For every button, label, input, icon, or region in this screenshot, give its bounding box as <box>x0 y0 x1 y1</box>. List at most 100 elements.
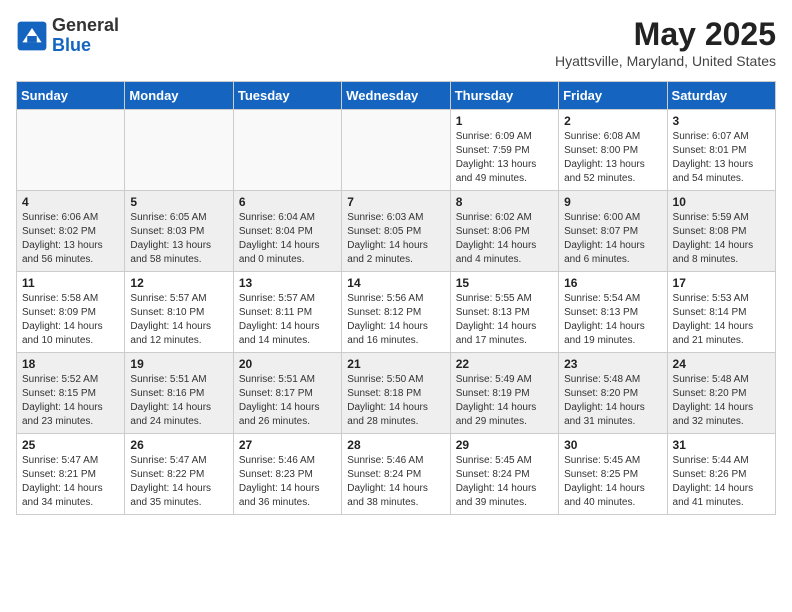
calendar-cell: 2Sunrise: 6:08 AM Sunset: 8:00 PM Daylig… <box>559 110 667 191</box>
day-info: Sunrise: 6:09 AM Sunset: 7:59 PM Dayligh… <box>456 130 553 186</box>
day-info: Sunrise: 6:03 AM Sunset: 8:05 PM Dayligh… <box>347 211 444 267</box>
day-number: 28 <box>347 438 444 452</box>
calendar-cell: 22Sunrise: 5:49 AM Sunset: 8:19 PM Dayli… <box>450 353 558 434</box>
day-info: Sunrise: 5:53 AM Sunset: 8:14 PM Dayligh… <box>673 292 770 348</box>
day-info: Sunrise: 6:02 AM Sunset: 8:06 PM Dayligh… <box>456 211 553 267</box>
col-header-tuesday: Tuesday <box>233 82 341 110</box>
day-number: 7 <box>347 195 444 209</box>
logo-blue-text: Blue <box>52 36 119 56</box>
day-number: 21 <box>347 357 444 371</box>
calendar-cell: 29 Sunrise: 5:45 AM Sunset: 8:24 PM Dayli… <box>450 434 558 515</box>
calendar-cell: 9 Sunrise: 6:00 AM Sunset: 8:07 PM Daylig… <box>559 191 667 272</box>
day-info: Sunrise: 5:48 AM Sunset: 8:20 PM Dayligh… <box>564 373 661 429</box>
day-number: 19 <box>130 357 227 371</box>
calendar-cell: 8 Sunrise: 6:02 AM Sunset: 8:06 PM Daylig… <box>450 191 558 272</box>
day-number: 27 <box>239 438 336 452</box>
calendar-cell: 10Sunrise: 5:59 AM Sunset: 8:08 PM Dayli… <box>667 191 775 272</box>
calendar-cell: 3 Sunrise: 6:07 AM Sunset: 8:01 PM Daylig… <box>667 110 775 191</box>
col-header-wednesday: Wednesday <box>342 82 450 110</box>
calendar-cell: 27 Sunrise: 5:46 AM Sunset: 8:23 PM Dayli… <box>233 434 341 515</box>
day-number: 18 <box>22 357 119 371</box>
day-number: 3 <box>673 114 770 128</box>
calendar-week-row: 18 Sunrise: 5:52 AM Sunset: 8:15 PM Dayli… <box>17 353 776 434</box>
day-info: Sunrise: 5:51 AM Sunset: 8:17 PM Dayligh… <box>239 373 336 429</box>
day-number: 29 <box>456 438 553 452</box>
day-info: Sunrise: 5:56 AM Sunset: 8:12 PM Dayligh… <box>347 292 444 348</box>
calendar-cell: 14 Sunrise: 5:56 AM Sunset: 8:12 PM Dayli… <box>342 272 450 353</box>
calendar-cell <box>17 110 125 191</box>
calendar-week-row: 25Sunrise: 5:47 AM Sunset: 8:21 PM Dayli… <box>17 434 776 515</box>
day-number: 24 <box>673 357 770 371</box>
calendar-cell: 25Sunrise: 5:47 AM Sunset: 8:21 PM Dayli… <box>17 434 125 515</box>
day-number: 4 <box>22 195 119 209</box>
calendar-cell <box>233 110 341 191</box>
calendar-cell: 18 Sunrise: 5:52 AM Sunset: 8:15 PM Dayli… <box>17 353 125 434</box>
calendar-cell <box>342 110 450 191</box>
col-header-monday: Monday <box>125 82 233 110</box>
day-info: Sunrise: 5:47 AM Sunset: 8:22 PM Dayligh… <box>130 454 227 510</box>
day-info: Sunrise: 6:08 AM Sunset: 8:00 PM Dayligh… <box>564 130 661 186</box>
logo-text: General Blue <box>52 16 119 56</box>
day-info: Sunrise: 5:46 AM Sunset: 8:23 PM Dayligh… <box>239 454 336 510</box>
title-block: May 2025 Hyattsville, Maryland, United S… <box>555 16 776 69</box>
calendar-cell: 13Sunrise: 5:57 AM Sunset: 8:11 PM Dayli… <box>233 272 341 353</box>
calendar-week-row: 4Sunrise: 6:06 AM Sunset: 8:02 PM Daylig… <box>17 191 776 272</box>
day-number: 30 <box>564 438 661 452</box>
calendar-cell: 26Sunrise: 5:47 AM Sunset: 8:22 PM Dayli… <box>125 434 233 515</box>
calendar-cell: 12Sunrise: 5:57 AM Sunset: 8:10 PM Dayli… <box>125 272 233 353</box>
day-number: 8 <box>456 195 553 209</box>
calendar-cell: 6 Sunrise: 6:04 AM Sunset: 8:04 PM Daylig… <box>233 191 341 272</box>
day-number: 25 <box>22 438 119 452</box>
col-header-friday: Friday <box>559 82 667 110</box>
calendar-cell: 30 Sunrise: 5:45 AM Sunset: 8:25 PM Dayli… <box>559 434 667 515</box>
calendar-cell: 11Sunrise: 5:58 AM Sunset: 8:09 PM Dayli… <box>17 272 125 353</box>
calendar-cell: 31Sunrise: 5:44 AM Sunset: 8:26 PM Dayli… <box>667 434 775 515</box>
col-header-thursday: Thursday <box>450 82 558 110</box>
day-number: 23 <box>564 357 661 371</box>
day-number: 14 <box>347 276 444 290</box>
day-number: 31 <box>673 438 770 452</box>
day-info: Sunrise: 5:54 AM Sunset: 8:13 PM Dayligh… <box>564 292 661 348</box>
logo-general-text: General <box>52 16 119 36</box>
col-header-saturday: Saturday <box>667 82 775 110</box>
month-year-title: May 2025 <box>555 16 776 53</box>
day-number: 15 <box>456 276 553 290</box>
day-info: Sunrise: 5:49 AM Sunset: 8:19 PM Dayligh… <box>456 373 553 429</box>
calendar-cell: 21 Sunrise: 5:50 AM Sunset: 8:18 PM Dayli… <box>342 353 450 434</box>
calendar-week-row: 1 Sunrise: 6:09 AM Sunset: 7:59 PM Daylig… <box>17 110 776 191</box>
calendar-cell: 7 Sunrise: 6:03 AM Sunset: 8:05 PM Daylig… <box>342 191 450 272</box>
day-info: Sunrise: 5:45 AM Sunset: 8:25 PM Dayligh… <box>564 454 661 510</box>
calendar-cell <box>125 110 233 191</box>
day-info: Sunrise: 5:58 AM Sunset: 8:09 PM Dayligh… <box>22 292 119 348</box>
day-info: Sunrise: 5:55 AM Sunset: 8:13 PM Dayligh… <box>456 292 553 348</box>
day-info: Sunrise: 5:51 AM Sunset: 8:16 PM Dayligh… <box>130 373 227 429</box>
calendar-cell: 17Sunrise: 5:53 AM Sunset: 8:14 PM Dayli… <box>667 272 775 353</box>
calendar-cell: 15 Sunrise: 5:55 AM Sunset: 8:13 PM Dayli… <box>450 272 558 353</box>
calendar-cell: 19 Sunrise: 5:51 AM Sunset: 8:16 PM Dayli… <box>125 353 233 434</box>
day-info: Sunrise: 6:05 AM Sunset: 8:03 PM Dayligh… <box>130 211 227 267</box>
page-header: General Blue May 2025 Hyattsville, Maryl… <box>16 16 776 69</box>
day-info: Sunrise: 5:45 AM Sunset: 8:24 PM Dayligh… <box>456 454 553 510</box>
day-info: Sunrise: 6:04 AM Sunset: 8:04 PM Dayligh… <box>239 211 336 267</box>
day-number: 13 <box>239 276 336 290</box>
day-number: 6 <box>239 195 336 209</box>
day-number: 1 <box>456 114 553 128</box>
calendar-week-row: 11Sunrise: 5:58 AM Sunset: 8:09 PM Dayli… <box>17 272 776 353</box>
calendar-table: SundayMondayTuesdayWednesdayThursdayFrid… <box>16 81 776 515</box>
day-info: Sunrise: 6:00 AM Sunset: 8:07 PM Dayligh… <box>564 211 661 267</box>
col-header-sunday: Sunday <box>17 82 125 110</box>
day-info: Sunrise: 5:46 AM Sunset: 8:24 PM Dayligh… <box>347 454 444 510</box>
calendar-cell: 24Sunrise: 5:48 AM Sunset: 8:20 PM Dayli… <box>667 353 775 434</box>
calendar-header-row: SundayMondayTuesdayWednesdayThursdayFrid… <box>17 82 776 110</box>
day-info: Sunrise: 5:57 AM Sunset: 8:10 PM Dayligh… <box>130 292 227 348</box>
calendar-cell: 16Sunrise: 5:54 AM Sunset: 8:13 PM Dayli… <box>559 272 667 353</box>
day-info: Sunrise: 5:52 AM Sunset: 8:15 PM Dayligh… <box>22 373 119 429</box>
location-text: Hyattsville, Maryland, United States <box>555 53 776 69</box>
calendar-cell: 5Sunrise: 6:05 AM Sunset: 8:03 PM Daylig… <box>125 191 233 272</box>
calendar-cell: 28 Sunrise: 5:46 AM Sunset: 8:24 PM Dayli… <box>342 434 450 515</box>
day-number: 10 <box>673 195 770 209</box>
day-info: Sunrise: 6:07 AM Sunset: 8:01 PM Dayligh… <box>673 130 770 186</box>
day-number: 9 <box>564 195 661 209</box>
calendar-cell: 1 Sunrise: 6:09 AM Sunset: 7:59 PM Daylig… <box>450 110 558 191</box>
day-info: Sunrise: 5:50 AM Sunset: 8:18 PM Dayligh… <box>347 373 444 429</box>
